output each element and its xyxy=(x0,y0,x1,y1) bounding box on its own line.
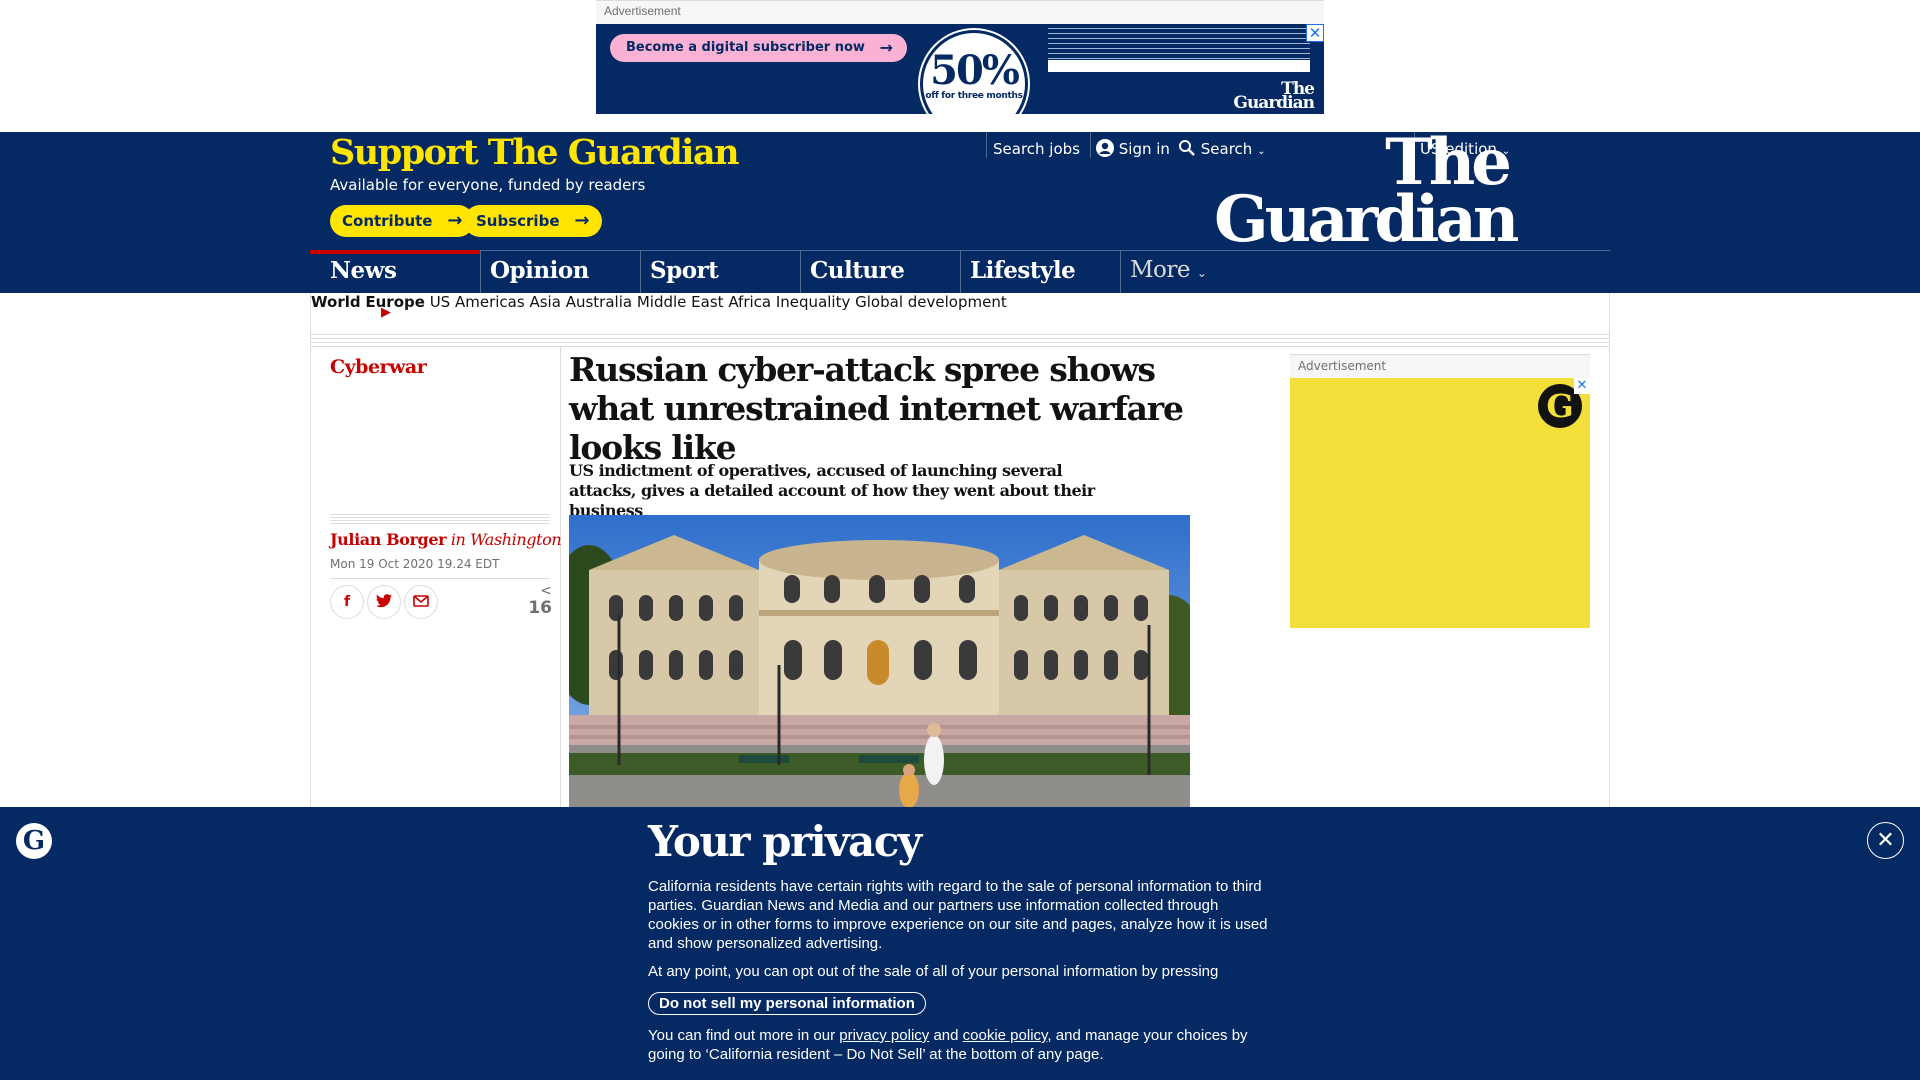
divider xyxy=(986,132,987,158)
close-icon[interactable]: ✕ xyxy=(1867,822,1904,859)
arrow-right-icon: → xyxy=(574,210,590,231)
top-advertisement[interactable]: Advertisement Become a digital subscribe… xyxy=(596,0,1324,114)
subscribe-label: Subscribe xyxy=(476,212,560,230)
privacy-text: You can find out more in our xyxy=(648,1027,840,1044)
pillar-more[interactable]: More ⌄ xyxy=(1120,251,1280,293)
share-facebook-icon[interactable]: f xyxy=(330,585,364,619)
divider xyxy=(1090,132,1091,158)
discount-caption: off for three months xyxy=(925,91,1023,101)
user-icon xyxy=(1096,139,1114,157)
ad-subscribe-button[interactable]: Become a digital subscriber now → xyxy=(610,34,907,62)
support-title: Support The Guardian xyxy=(330,132,740,173)
search-icon xyxy=(1179,140,1195,156)
subnav-item-middle-east[interactable]: Middle East xyxy=(637,293,724,311)
privacy-paragraph-1: California residents have certain rights… xyxy=(648,878,1268,952)
privacy-policy-link[interactable]: privacy policy xyxy=(839,1027,929,1044)
share-count: < 16 xyxy=(528,584,552,618)
publish-date: Mon 19 Oct 2020 19.24 EDT xyxy=(330,557,500,571)
subnav-parent-world[interactable]: World xyxy=(311,293,361,311)
pillar-culture[interactable]: Culture xyxy=(800,251,960,293)
contribute-label: Contribute xyxy=(342,212,433,230)
divider xyxy=(330,578,550,579)
chevron-down-icon: ⌄ xyxy=(1196,266,1207,280)
author-link[interactable]: Julian Borger xyxy=(330,530,447,549)
ad-close-icon[interactable]: ✕ xyxy=(1574,378,1590,394)
pillar-lifestyle[interactable]: Lifestyle xyxy=(960,251,1120,293)
pillar-navigation: News Opinion Sport Culture Lifestyle Mor… xyxy=(310,250,1610,293)
ad-cta-label: Become a digital subscriber now xyxy=(626,40,865,55)
share-count-value: 16 xyxy=(528,598,552,618)
arrow-right-icon: → xyxy=(447,210,463,231)
subnav-item-inequality[interactable]: Inequality xyxy=(776,293,850,311)
advertisement-label: Advertisement xyxy=(1290,354,1590,378)
guardian-logo[interactable]: The Guardian xyxy=(1214,131,1519,257)
discount-percent: 50% xyxy=(930,47,1020,94)
series-label[interactable]: Cyberwar xyxy=(330,356,427,378)
divider xyxy=(560,347,561,807)
support-subtitle: Available for everyone, funded by reader… xyxy=(330,176,646,194)
discount-badge: 50% off for three months xyxy=(920,30,1028,114)
subnav-current-europe[interactable]: Europe xyxy=(365,293,425,311)
byline: Julian Borger in Washington xyxy=(330,530,562,549)
subnav-item-africa[interactable]: Africa xyxy=(728,293,771,311)
meta-rules xyxy=(330,514,550,524)
subscribe-button[interactable]: Subscribe → xyxy=(464,205,602,237)
subnav-item-australia[interactable]: Australia xyxy=(566,293,632,311)
ad-close-icon[interactable]: ✕ xyxy=(1306,24,1324,42)
privacy-title: Your privacy xyxy=(648,817,922,866)
article-headline: Russian cyber-attack spree shows what un… xyxy=(569,350,1184,467)
do-not-sell-button[interactable]: Do not sell my personal information xyxy=(648,992,926,1015)
pillar-sport[interactable]: Sport xyxy=(640,251,800,293)
triangle-right-icon: ▶ xyxy=(381,305,391,320)
subnav-item-americas[interactable]: Americas xyxy=(455,293,525,311)
sign-in-link[interactable]: Sign in xyxy=(1096,133,1170,158)
logo-line2: Guardian xyxy=(1214,182,1519,257)
subnav-item-global-development[interactable]: Global development xyxy=(855,293,1007,311)
contribute-button[interactable]: Contribute → xyxy=(330,205,475,237)
privacy-paragraph-2: At any point, you can opt out of the sal… xyxy=(648,963,1219,980)
ad-decoration xyxy=(1048,24,1310,72)
subnav-item-asia[interactable]: Asia xyxy=(529,293,560,311)
article-main-image[interactable] xyxy=(569,515,1190,807)
share-twitter-icon[interactable] xyxy=(367,585,401,619)
privacy-banner: G Your privacy California residents have… xyxy=(0,807,1920,1080)
pillar-opinion[interactable]: Opinion xyxy=(480,251,640,293)
subnav-item-us[interactable]: US xyxy=(430,293,451,311)
cookie-policy-link[interactable]: cookie policy xyxy=(963,1027,1048,1044)
privacy-text: and xyxy=(929,1027,963,1044)
privacy-paragraph-3: You can find out more in our privacy pol… xyxy=(648,1026,1270,1064)
arrow-right-icon: → xyxy=(879,38,893,57)
article-standfirst: US indictment of operatives, accused of … xyxy=(569,461,1095,520)
pillar-news[interactable]: News xyxy=(310,250,480,293)
search-jobs-link[interactable]: Search jobs xyxy=(993,133,1080,158)
ad-logo-line2: Guardian xyxy=(1233,93,1315,113)
share-icon: < xyxy=(540,583,552,599)
right-advertisement[interactable]: G ✕ xyxy=(1290,378,1590,628)
share-email-icon[interactable] xyxy=(404,585,438,619)
guardian-g-logo-icon: G xyxy=(16,823,52,859)
section-rules xyxy=(310,335,1610,347)
sign-in-label: Sign in xyxy=(1118,140,1170,158)
ad-guardian-logo: The Guardian xyxy=(1233,81,1315,113)
section-subnav: World ▶ Europe US Americas Asia Australi… xyxy=(310,293,1610,335)
subscription-ad-banner[interactable]: Become a digital subscriber now → 50% of… xyxy=(596,24,1324,114)
author-location: in Washington xyxy=(450,530,562,549)
advertisement-label: Advertisement xyxy=(596,0,1324,24)
more-label: More xyxy=(1130,257,1191,283)
